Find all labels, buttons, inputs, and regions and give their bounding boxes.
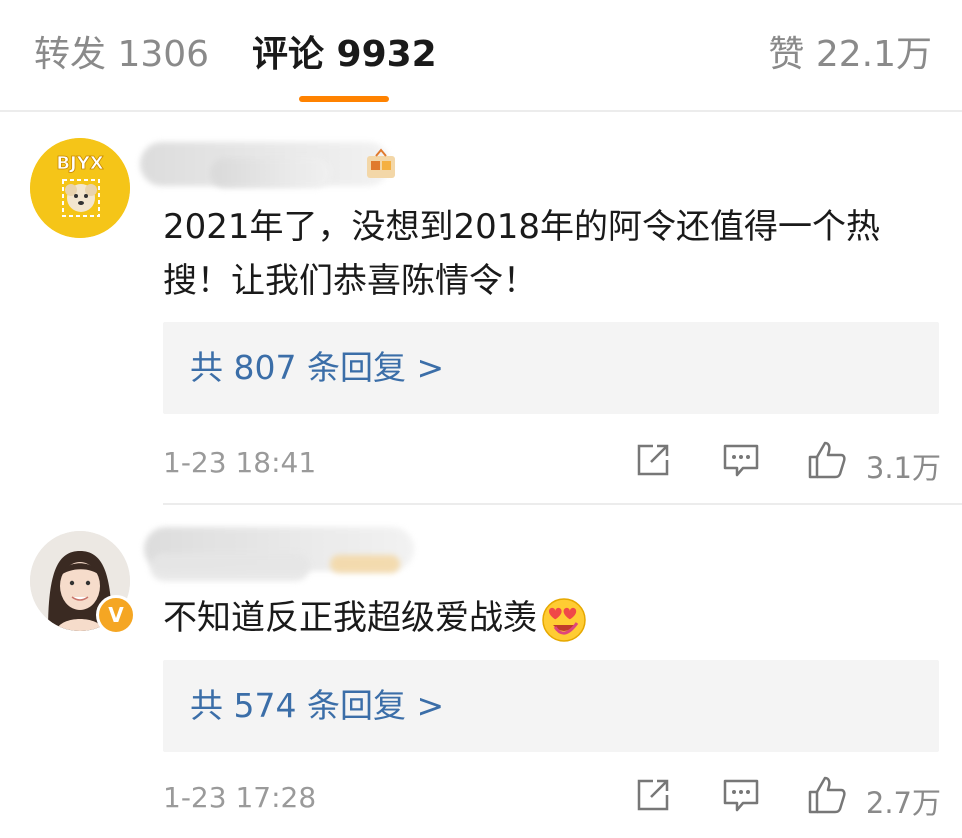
reply-thread[interactable]: 共 574 条回复 > (163, 660, 939, 752)
reply-thread[interactable]: 共 807 条回复 > (163, 322, 939, 414)
tab-bar: 转发 1306 评论 9932 赞 22.1万 (0, 0, 962, 110)
dog-avatar-icon: BJYX (30, 138, 130, 238)
timestamp: 1-23 17:28 (163, 781, 317, 814)
comment-icon[interactable] (719, 773, 763, 817)
comment-text: 不知道反正我超级爱战羡 (163, 591, 923, 645)
reply-count-link[interactable]: 共 574 条回复 > (190, 680, 444, 732)
heart-eyes-emoji-icon (542, 597, 586, 642)
comment-icon[interactable] (719, 438, 763, 482)
username-redacted-extra (150, 553, 310, 581)
like-count: 3.1万 (865, 451, 941, 485)
reply-count-link[interactable]: 共 807 条回复 > (190, 342, 444, 394)
verified-badge-icon: V (96, 595, 136, 635)
comment-item: V 不知道反正我超级爱战羡 共 574 条回复 > 1-23 17:28 2.7… (0, 505, 962, 838)
like-icon[interactable] (805, 438, 849, 482)
username-redacted-extra (210, 158, 330, 188)
active-tab-indicator (299, 96, 389, 102)
like-icon[interactable] (805, 773, 849, 817)
level-badge-icon (367, 148, 395, 178)
tab-comments[interactable]: 评论 9932 (252, 30, 437, 80)
comment-meta: 1-23 18:41 3.1万 (163, 438, 943, 488)
username-redacted-badge (330, 555, 400, 573)
avatar[interactable]: BJYX (30, 138, 130, 238)
tab-repost[interactable]: 转发 1306 (34, 30, 209, 80)
share-icon[interactable] (631, 438, 675, 482)
comment-text: 2021年了，没想到2018年的阿令还值得一个热搜！让我们恭喜陈情令！ (163, 207, 881, 301)
comment-item: BJYX 2021年了，没想到2018年的阿令还值得一个热搜！让我们恭喜陈情令！… (0, 112, 962, 504)
comment-meta: 1-23 17:28 2.7万 (163, 773, 943, 823)
tab-likes[interactable]: 赞 22.1万 (768, 30, 932, 80)
timestamp: 1-23 18:41 (163, 446, 317, 479)
svg-text:BJYX: BJYX (56, 153, 103, 174)
comment-text-body: 不知道反正我超级爱战羡 (163, 598, 537, 638)
share-icon[interactable] (631, 773, 675, 817)
like-count: 2.7万 (865, 786, 941, 820)
